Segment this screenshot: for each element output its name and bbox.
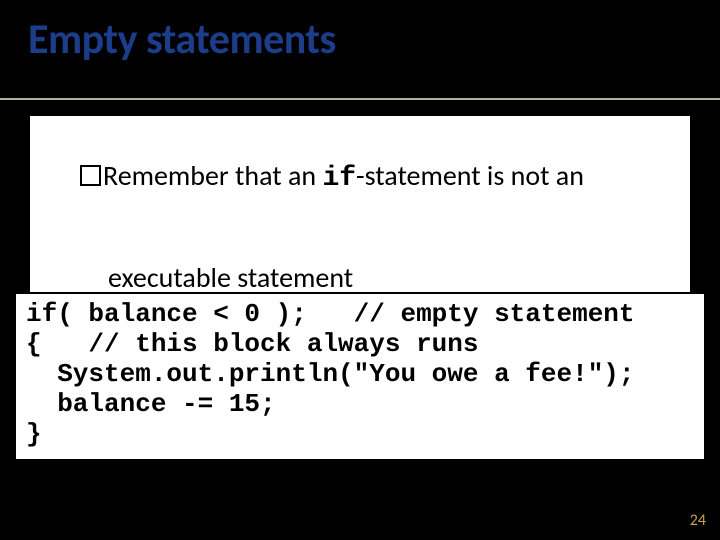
bullet-1-text-c: executable statement	[108, 260, 353, 295]
slide-title: Empty statements	[28, 14, 336, 65]
bullet-1-code: if	[322, 163, 356, 194]
code-line-3: System.out.println("You owe a fee!");	[26, 360, 694, 390]
title-divider	[0, 98, 720, 100]
code-line-2: { // this block always runs	[26, 330, 694, 360]
code-block: if( balance < 0 ); // empty statement { …	[14, 292, 706, 461]
slide: Empty statements Remember that an if-sta…	[0, 0, 720, 540]
code-line-5: }	[26, 420, 694, 450]
page-number: 24	[690, 511, 706, 530]
code-line-1: if( balance < 0 ); // empty statement	[26, 300, 694, 330]
bullet-1: Remember that an if-statement is not an	[42, 128, 678, 228]
square-bullet-icon	[80, 165, 101, 186]
bullet-1-text-b: -statement is not an	[356, 158, 584, 193]
bullet-1-text-a: Remember that an	[103, 158, 322, 193]
code-line-4: balance -= 15;	[26, 390, 694, 420]
